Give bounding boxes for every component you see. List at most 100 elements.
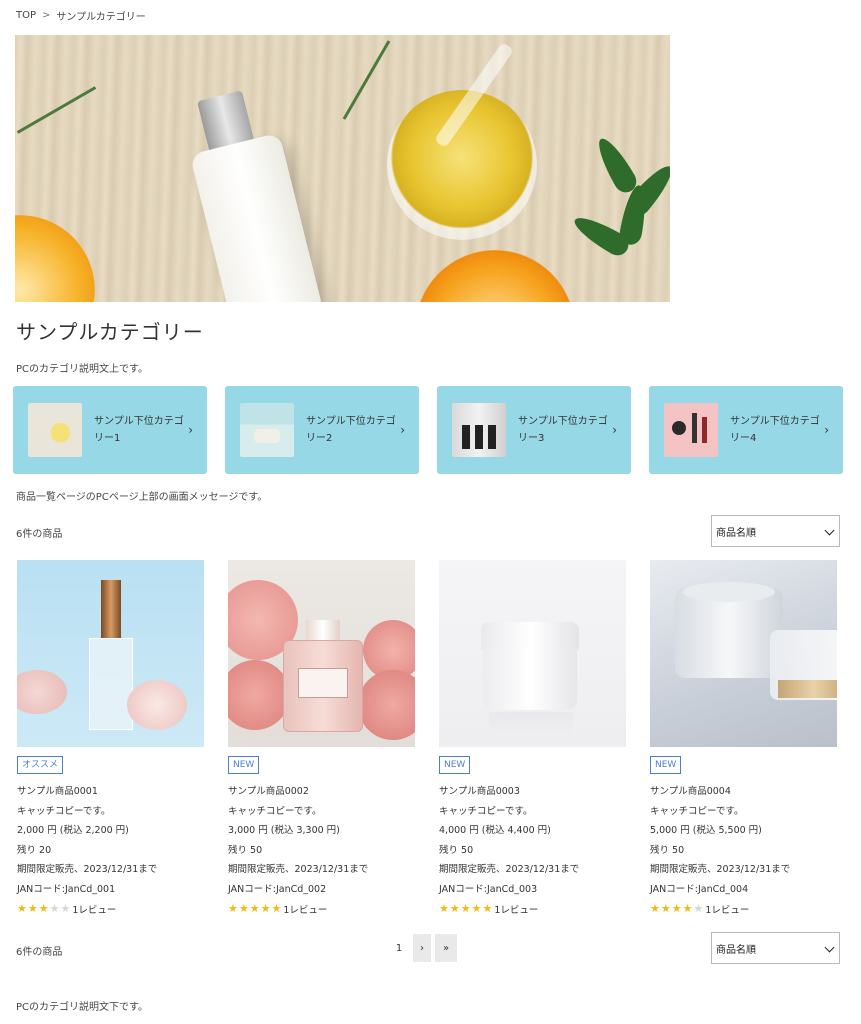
product-image[interactable] <box>439 560 626 747</box>
star-icon: ★ <box>49 902 60 915</box>
star-icon: ★ <box>471 902 482 915</box>
star-icon: ★ <box>60 902 71 915</box>
product-name[interactable]: サンプル商品0003 <box>439 785 626 799</box>
product-limited-period: 期間限定販売、2023/12/31まで <box>228 864 369 875</box>
category-description-bottom: PCのカテゴリ説明文下です。 <box>16 1002 149 1013</box>
product-limited-period: 期間限定販売、2023/12/31まで <box>439 864 580 875</box>
star-icon: ★ <box>682 902 693 915</box>
list-message: 商品一覧ページのPCページ上部の画面メッセージです。 <box>16 492 268 503</box>
sort-select-value: 商品名順 <box>716 944 756 956</box>
product-price: 2,000 円 (税込 2,200 円) <box>17 825 129 836</box>
star-icon: ★ <box>660 902 671 915</box>
review-count[interactable]: 1レビュー <box>72 902 116 916</box>
subcategory-card-4[interactable]: サンプル下位カテゴリー4 › <box>649 386 843 474</box>
product-name[interactable]: サンプル商品0004 <box>650 785 837 799</box>
product-count: 6件の商品 <box>16 529 63 540</box>
rating-stars: ★ ★ ★ ★ ★ <box>439 903 492 915</box>
product-card[interactable]: NEW サンプル商品0004 キャッチコピーです。 5,000 円 (税込 5,… <box>650 560 837 916</box>
subcategory-thumbnail <box>664 403 718 457</box>
product-catch-copy: キャッチコピーです。 <box>650 805 744 817</box>
product-price: 4,000 円 (税込 4,400 円) <box>439 825 551 836</box>
page-title: サンプルカテゴリー <box>16 320 204 344</box>
rating-stars: ★ ★ ★ ★ ★ <box>228 903 281 915</box>
pagination: 1 › » <box>389 934 457 962</box>
product-image[interactable] <box>650 560 837 747</box>
product-badge: NEW <box>439 756 471 774</box>
product-catch-copy: キャッチコピーです。 <box>17 805 111 817</box>
star-icon: ★ <box>671 902 682 915</box>
product-grid: オススメ サンプル商品0001 キャッチコピーです。 2,000 円 (税込 2… <box>17 560 837 916</box>
product-stock: 残り 20 <box>17 844 52 856</box>
star-icon: ★ <box>238 902 249 915</box>
star-icon: ★ <box>650 902 660 915</box>
star-icon: ★ <box>449 902 460 915</box>
subcategory-label: サンプル下位カテゴリー1 <box>94 416 184 444</box>
subcategory-list: サンプル下位カテゴリー1 › サンプル下位カテゴリー2 › サンプル下位カテゴリ… <box>13 386 843 474</box>
star-icon: ★ <box>249 902 260 915</box>
product-jan-code: JANコード:JanCd_002 <box>228 883 327 895</box>
product-stock: 残り 50 <box>228 844 263 856</box>
product-name[interactable]: サンプル商品0002 <box>228 785 415 799</box>
chevron-down-icon <box>824 942 835 953</box>
breadcrumb-current: サンプルカテゴリー <box>56 12 146 23</box>
product-stock: 残り 50 <box>439 844 474 856</box>
product-name[interactable]: サンプル商品0001 <box>17 785 204 799</box>
review-count[interactable]: 1レビュー <box>705 902 749 916</box>
product-card[interactable]: NEW サンプル商品0002 キャッチコピーです。 3,000 円 (税込 3,… <box>228 560 415 916</box>
sort-select[interactable]: 商品名順 <box>711 932 840 964</box>
pagination-next-button[interactable]: › <box>413 934 431 962</box>
subcategory-thumbnail <box>452 403 506 457</box>
star-icon: ★ <box>460 902 471 915</box>
review-count[interactable]: 1レビュー <box>283 902 327 916</box>
pagination-last-button[interactable]: » <box>435 934 457 962</box>
star-icon: ★ <box>27 902 38 915</box>
star-icon: ★ <box>228 902 238 915</box>
chevron-down-icon <box>824 525 835 536</box>
product-jan-code: JANコード:JanCd_003 <box>439 883 538 895</box>
chevron-right-icon: › <box>824 423 829 437</box>
star-icon: ★ <box>693 902 704 915</box>
star-icon: ★ <box>482 902 493 915</box>
review-count[interactable]: 1レビュー <box>494 902 538 916</box>
chevron-right-icon: › <box>188 423 193 437</box>
star-icon: ★ <box>17 902 27 915</box>
breadcrumb-separator: > <box>42 10 51 21</box>
product-rating: ★ ★ ★ ★ ★ 1レビュー <box>228 902 415 917</box>
star-icon: ★ <box>38 902 49 915</box>
breadcrumb-home-link[interactable]: TOP <box>16 10 36 21</box>
sort-select-value: 商品名順 <box>716 527 756 539</box>
product-card[interactable]: オススメ サンプル商品0001 キャッチコピーです。 2,000 円 (税込 2… <box>17 560 204 916</box>
product-badge: オススメ <box>17 756 64 774</box>
category-description-top: PCのカテゴリ説明文上です。 <box>16 364 149 375</box>
subcategory-label: サンプル下位カテゴリー4 <box>730 416 820 444</box>
subcategory-thumbnail <box>240 403 294 457</box>
product-card[interactable]: NEW サンプル商品0003 キャッチコピーです。 4,000 円 (税込 4,… <box>439 560 626 916</box>
star-icon: ★ <box>271 902 282 915</box>
product-count: 6件の商品 <box>16 947 63 958</box>
subcategory-thumbnail <box>28 403 82 457</box>
subcategory-label: サンプル下位カテゴリー2 <box>306 416 396 444</box>
product-catch-copy: キャッチコピーです。 <box>228 805 322 817</box>
star-icon: ★ <box>260 902 271 915</box>
product-image[interactable] <box>228 560 415 747</box>
product-jan-code: JANコード:JanCd_004 <box>650 883 749 895</box>
product-price: 5,000 円 (税込 5,500 円) <box>650 825 762 836</box>
product-image[interactable] <box>17 560 204 747</box>
product-limited-period: 期間限定販売、2023/12/31まで <box>17 864 158 875</box>
rating-stars: ★ ★ ★ ★ ★ <box>17 903 70 915</box>
product-rating: ★ ★ ★ ★ ★ 1レビュー <box>650 902 837 917</box>
subcategory-card-2[interactable]: サンプル下位カテゴリー2 › <box>225 386 419 474</box>
subcategory-card-3[interactable]: サンプル下位カテゴリー3 › <box>437 386 631 474</box>
pagination-current-page[interactable]: 1 <box>389 934 409 962</box>
chevron-right-icon: › <box>400 423 405 437</box>
category-hero-image <box>15 35 670 302</box>
rating-stars: ★ ★ ★ ★ ★ <box>650 903 703 915</box>
product-catch-copy: キャッチコピーです。 <box>439 805 533 817</box>
chevron-right-icon: › <box>612 423 617 437</box>
product-rating: ★ ★ ★ ★ ★ 1レビュー <box>439 902 626 917</box>
sort-select[interactable]: 商品名順 <box>711 515 840 547</box>
subcategory-card-1[interactable]: サンプル下位カテゴリー1 › <box>13 386 207 474</box>
product-price: 3,000 円 (税込 3,300 円) <box>228 825 340 836</box>
star-icon: ★ <box>439 902 449 915</box>
product-rating: ★ ★ ★ ★ ★ 1レビュー <box>17 902 204 917</box>
